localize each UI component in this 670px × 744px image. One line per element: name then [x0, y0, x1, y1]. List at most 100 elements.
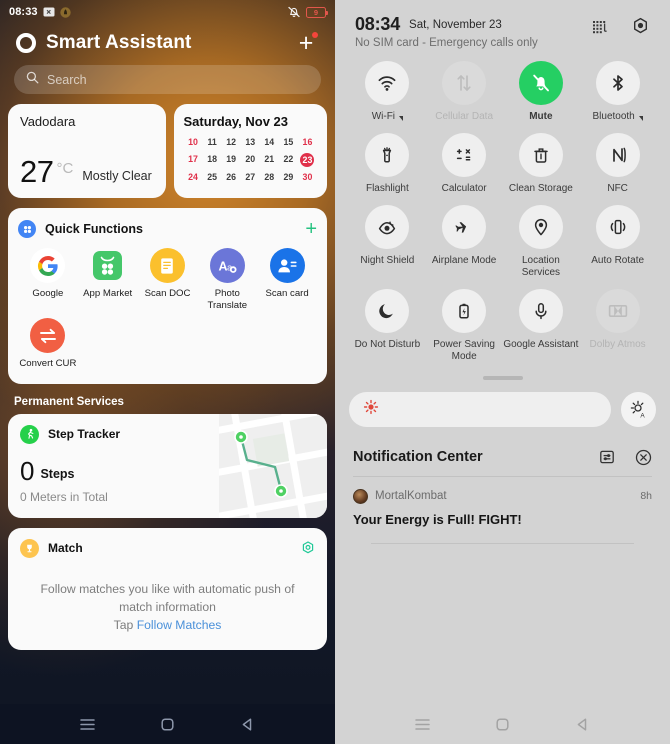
- expand-caret-icon[interactable]: [399, 115, 404, 121]
- calendar-day[interactable]: 30: [298, 171, 317, 184]
- step-tracker-card[interactable]: Step Tracker 0 Steps 0 Meters in Total: [8, 413, 327, 518]
- quick-setting-tile[interactable]: Night Shield: [349, 205, 426, 279]
- quick-function-item[interactable]: Scan DOC: [138, 248, 198, 311]
- weather-widget[interactable]: Vadodara 27 °C Mostly Clear: [8, 104, 166, 198]
- calendar-day[interactable]: 26: [222, 171, 241, 184]
- calendar-day[interactable]: 19: [222, 153, 241, 167]
- calendar-day[interactable]: 10: [184, 136, 203, 149]
- quick-setting-tile[interactable]: Flashlight: [349, 133, 426, 195]
- search-container: [0, 58, 335, 94]
- notification-center-title: Notification Center: [353, 449, 483, 465]
- home-icon[interactable]: [147, 704, 187, 744]
- quick-setting-tile[interactable]: Bluetooth: [579, 61, 656, 123]
- quick-setting-tile[interactable]: Google Assistant: [503, 289, 580, 363]
- calendar-day[interactable]: 27: [241, 171, 260, 184]
- auto-rotate-icon: [595, 205, 640, 249]
- quick-setting-tile[interactable]: Calculator: [426, 133, 503, 195]
- quick-setting-tile[interactable]: Do Not Disturb: [349, 289, 426, 363]
- home-icon[interactable]: [482, 704, 522, 744]
- quick-function-item[interactable]: Google: [18, 248, 78, 311]
- match-card[interactable]: Match Follow matches you like with autom…: [8, 527, 327, 650]
- quick-setting-tile[interactable]: Mute: [503, 61, 580, 123]
- permanent-services-heading: Permanent Services: [14, 395, 124, 408]
- brightness-row: A: [335, 380, 670, 427]
- quick-function-label: Photo Translate: [207, 288, 248, 311]
- match-cta-prefix: Tap: [113, 617, 137, 632]
- quick-setting-tile[interactable]: Location Services: [503, 205, 580, 279]
- recents-icon[interactable]: [68, 704, 108, 744]
- clear-all-icon[interactable]: [635, 449, 652, 466]
- calendar-day[interactable]: 25: [203, 171, 222, 184]
- quick-function-item[interactable]: Convert CUR: [18, 318, 78, 370]
- calendar-day[interactable]: 14: [260, 136, 279, 149]
- quick-setting-tile: Cellular Data: [426, 61, 503, 123]
- brightness-slider[interactable]: [349, 391, 611, 427]
- quick-setting-tile[interactable]: NFC: [579, 133, 656, 195]
- quick-function-item[interactable]: Scan card: [257, 248, 317, 311]
- expand-caret-icon[interactable]: [638, 115, 643, 121]
- follow-matches-link[interactable]: Follow Matches: [137, 618, 222, 632]
- microphone-icon: [518, 289, 563, 333]
- calendar-day-today[interactable]: 23: [298, 153, 317, 167]
- nfc-icon: [595, 133, 640, 177]
- back-icon[interactable]: [562, 704, 602, 744]
- settings-icon[interactable]: [631, 17, 650, 36]
- quick-setting-label: Google Assistant: [503, 339, 579, 350]
- quick-function-item[interactable]: Aa Photo Translate: [197, 248, 257, 311]
- search-input[interactable]: [47, 72, 309, 87]
- back-icon[interactable]: [227, 704, 267, 744]
- calendar-grid: 10 11 12 13 14 15 16 17 18 19 20 21 22 23 24 25 26 27 28 29…: [184, 136, 318, 184]
- quick-setting-tile[interactable]: Airplane Mode: [426, 205, 503, 279]
- status-bar: 08:33 9: [0, 0, 335, 24]
- match-settings-icon[interactable]: [301, 541, 315, 555]
- quick-function-label: Google: [32, 288, 64, 299]
- weather-unit: °C: [56, 160, 74, 177]
- battery-saver-icon: [442, 289, 487, 333]
- app-market-icon: [90, 248, 125, 283]
- notification-time: 8h: [640, 490, 652, 502]
- calendar-day[interactable]: 18: [203, 153, 222, 167]
- step-tracker-title: Step Tracker: [48, 427, 121, 441]
- quick-setting-label: Do Not Disturb: [354, 339, 421, 350]
- edit-tiles-icon[interactable]: [591, 18, 609, 36]
- quick-setting-tile[interactable]: Wi-Fi: [349, 61, 426, 123]
- calendar-day[interactable]: 17: [184, 153, 203, 167]
- calendar-widget[interactable]: Saturday, Nov 23 10 11 12 13 14 15 16 17 18 19 20 2…: [173, 104, 327, 198]
- mute-icon: [518, 61, 563, 105]
- calendar-day[interactable]: 11: [203, 136, 222, 149]
- cellular-data-icon: [442, 61, 487, 105]
- calendar-day[interactable]: 15: [279, 136, 298, 149]
- calendar-day[interactable]: 12: [222, 136, 241, 149]
- quick-setting-label: Night Shield: [360, 255, 415, 266]
- google-icon: [30, 248, 66, 283]
- recents-icon[interactable]: [403, 704, 443, 744]
- auto-brightness-icon[interactable]: A: [621, 391, 656, 427]
- moon-icon: [365, 289, 410, 333]
- search-box[interactable]: [14, 65, 321, 94]
- calendar-day[interactable]: 20: [241, 153, 260, 167]
- quick-setting-tile[interactable]: Clean Storage: [503, 133, 580, 195]
- calendar-day[interactable]: 13: [241, 136, 260, 149]
- notification-item[interactable]: MortalKombat 8h Your Energy is Full! FIGHT…: [335, 477, 670, 544]
- calendar-today-marker: 23: [300, 153, 315, 167]
- smart-assistant-panel: 08:33 9 Smart Assistant + Search Vadodar…: [0, 0, 335, 744]
- screenshot-icon: [43, 7, 55, 17]
- right-navigation-bar: [335, 704, 670, 744]
- quick-setting-label-text: Wi-Fi: [371, 111, 396, 122]
- add-quick-function-button[interactable]: +: [305, 219, 317, 239]
- calendar-day[interactable]: 24: [184, 171, 203, 184]
- calendar-day[interactable]: 29: [279, 171, 298, 184]
- quick-setting-tile[interactable]: Power Saving Mode: [426, 289, 503, 363]
- calendar-day[interactable]: 28: [260, 171, 279, 184]
- add-widget-button[interactable]: +: [293, 30, 319, 56]
- quick-function-item[interactable]: App Market: [78, 248, 138, 311]
- quick-function-label: Scan DOC: [144, 288, 191, 299]
- quick-setting-tile[interactable]: Auto Rotate: [579, 205, 656, 279]
- quick-functions-card: Quick Functions + Google App Market Scan D…: [8, 208, 327, 384]
- search-icon: [26, 71, 39, 89]
- calendar-day[interactable]: 21: [260, 153, 279, 167]
- calendar-day[interactable]: 22: [279, 153, 298, 167]
- quick-setting-label: Cellular Data: [435, 111, 494, 122]
- calendar-day[interactable]: 16: [298, 136, 317, 149]
- notification-settings-icon[interactable]: [599, 449, 615, 465]
